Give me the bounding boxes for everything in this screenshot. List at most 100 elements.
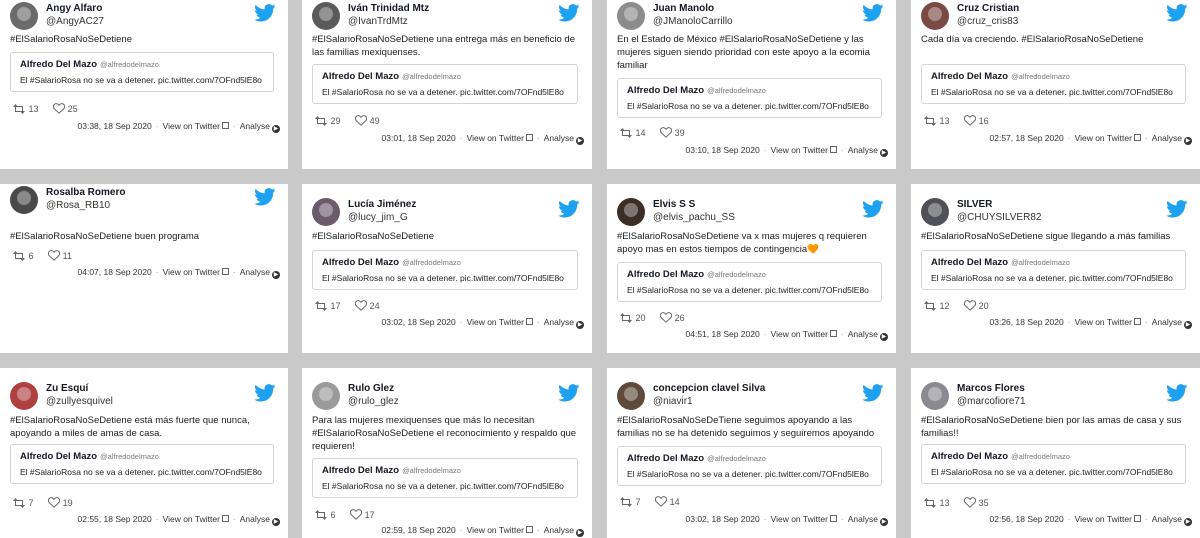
tweet-card[interactable]: Cruz Cristian @cruz_cris83 Cada día va c… bbox=[911, 0, 1200, 169]
like-button[interactable]: 35 bbox=[963, 497, 989, 508]
analyse-link[interactable]: Analyse ▶ bbox=[544, 133, 584, 145]
quoted-tweet[interactable]: Alfredo Del Mazo @alfredodelmazo El #Sala… bbox=[312, 64, 578, 104]
timestamp-link[interactable]: 04:51, 18 Sep 2020 bbox=[686, 329, 760, 339]
timestamp-link[interactable]: 04:07, 18 Sep 2020 bbox=[78, 267, 152, 277]
timestamp-link[interactable]: 02:55, 18 Sep 2020 bbox=[78, 514, 152, 524]
analyse-link[interactable]: Analyse ▶ bbox=[848, 329, 888, 341]
twitter-bird-icon[interactable] bbox=[254, 384, 276, 402]
analyse-link[interactable]: Analyse ▶ bbox=[848, 514, 888, 526]
like-button[interactable]: 11 bbox=[47, 250, 72, 261]
user-handle[interactable]: @niavir1 bbox=[653, 396, 693, 407]
view-on-twitter-link[interactable]: View on Twitter bbox=[1075, 514, 1141, 524]
tweet-card[interactable]: SILVER @CHUYSILVER82 #ElSalarioRosaNoSeD… bbox=[911, 184, 1200, 353]
user-name[interactable]: Iván Trinidad Mtz bbox=[348, 3, 429, 14]
tweet-card[interactable]: Rulo Glez @rulo_glez Para las mujeres me… bbox=[302, 368, 592, 538]
retweet-button[interactable]: 13 bbox=[923, 498, 950, 508]
like-button[interactable]: 25 bbox=[52, 103, 78, 114]
timestamp-link[interactable]: 02:56, 18 Sep 2020 bbox=[990, 514, 1064, 524]
view-on-twitter-link[interactable]: View on Twitter bbox=[163, 267, 229, 277]
tweet-card[interactable]: Juan Manolo @JManoloCarrillo En el Estad… bbox=[607, 0, 896, 169]
twitter-bird-icon[interactable] bbox=[1166, 384, 1188, 402]
user-name[interactable]: Zu Esquí bbox=[46, 383, 88, 394]
twitter-bird-icon[interactable] bbox=[558, 200, 580, 218]
quoted-tweet[interactable]: Alfredo Del Mazo @alfredodelmazo El #Sala… bbox=[312, 458, 578, 498]
user-name[interactable]: Lucía Jiménez bbox=[348, 199, 416, 210]
quoted-tweet[interactable]: Alfredo Del Mazo @alfredodelmazo El #Sala… bbox=[921, 250, 1186, 290]
analyse-link[interactable]: Analyse ▶ bbox=[848, 145, 888, 157]
view-on-twitter-link[interactable]: View on Twitter bbox=[771, 329, 837, 339]
user-name[interactable]: Elvis S S bbox=[653, 199, 695, 210]
twitter-bird-icon[interactable] bbox=[1166, 200, 1188, 218]
view-on-twitter-link[interactable]: View on Twitter bbox=[467, 525, 533, 535]
analyse-link[interactable]: Analyse ▶ bbox=[1152, 514, 1192, 526]
avatar[interactable] bbox=[10, 2, 38, 30]
tweet-card[interactable]: Zu Esquí @zullyesquivel #ElSalarioRosaNo… bbox=[0, 368, 288, 538]
user-name[interactable]: Rulo Glez bbox=[348, 383, 394, 394]
analyse-link[interactable]: Analyse ▶ bbox=[240, 267, 280, 279]
like-button[interactable]: 24 bbox=[354, 300, 380, 311]
like-button[interactable]: 14 bbox=[654, 496, 680, 507]
tweet-card[interactable]: Lucía Jiménez @lucy_jim_G #ElSalarioRosa… bbox=[302, 184, 592, 353]
like-button[interactable]: 26 bbox=[659, 312, 685, 323]
view-on-twitter-link[interactable]: View on Twitter bbox=[1075, 133, 1141, 143]
analyse-link[interactable]: Analyse ▶ bbox=[240, 514, 280, 526]
avatar[interactable] bbox=[921, 2, 949, 30]
timestamp-link[interactable]: 03:02, 18 Sep 2020 bbox=[382, 317, 456, 327]
retweet-button[interactable]: 29 bbox=[314, 116, 341, 126]
avatar[interactable] bbox=[10, 382, 38, 410]
like-button[interactable]: 49 bbox=[354, 115, 380, 126]
avatar[interactable] bbox=[921, 198, 949, 226]
view-on-twitter-link[interactable]: View on Twitter bbox=[771, 145, 837, 155]
timestamp-link[interactable]: 02:59, 18 Sep 2020 bbox=[382, 525, 456, 535]
tweet-card[interactable]: Marcos Flores @marcofiore71 #ElSalarioRo… bbox=[911, 368, 1200, 538]
timestamp-link[interactable]: 03:02, 18 Sep 2020 bbox=[686, 514, 760, 524]
avatar[interactable] bbox=[921, 382, 949, 410]
quoted-tweet[interactable]: Alfredo Del Mazo @alfredodelmazo El #Sala… bbox=[617, 262, 882, 302]
quoted-tweet[interactable]: Alfredo Del Mazo @alfredodelmazo El #Sala… bbox=[921, 444, 1186, 484]
retweet-button[interactable]: 6 bbox=[314, 510, 336, 520]
retweet-button[interactable]: 7 bbox=[12, 498, 34, 508]
timestamp-link[interactable]: 03:38, 18 Sep 2020 bbox=[78, 121, 152, 131]
retweet-button[interactable]: 13 bbox=[923, 116, 950, 126]
view-on-twitter-link[interactable]: View on Twitter bbox=[467, 317, 533, 327]
tweet-card[interactable]: Iván Trinidad Mtz @IvanTrdMtz #ElSalario… bbox=[302, 0, 592, 169]
quoted-tweet[interactable]: Alfredo Del Mazo @alfredodelmazo El #Sala… bbox=[312, 250, 578, 290]
twitter-bird-icon[interactable] bbox=[862, 200, 884, 218]
timestamp-link[interactable]: 03:26, 18 Sep 2020 bbox=[990, 317, 1064, 327]
view-on-twitter-link[interactable]: View on Twitter bbox=[163, 514, 229, 524]
quoted-tweet[interactable]: Alfredo Del Mazo @alfredodelmazo El #Sala… bbox=[617, 446, 882, 486]
like-button[interactable]: 19 bbox=[47, 497, 73, 508]
avatar[interactable] bbox=[617, 198, 645, 226]
view-on-twitter-link[interactable]: View on Twitter bbox=[163, 121, 229, 131]
quoted-tweet[interactable]: Alfredo Del Mazo @alfredodelmazo El #Sala… bbox=[617, 78, 882, 118]
analyse-link[interactable]: Analyse ▶ bbox=[1152, 317, 1192, 329]
user-handle[interactable]: @cruz_cris83 bbox=[957, 16, 1018, 27]
twitter-bird-icon[interactable] bbox=[558, 384, 580, 402]
timestamp-link[interactable]: 03:10, 18 Sep 2020 bbox=[686, 145, 760, 155]
twitter-bird-icon[interactable] bbox=[862, 384, 884, 402]
twitter-bird-icon[interactable] bbox=[558, 4, 580, 22]
tweet-card[interactable]: Rosalba Romero @Rosa_RB10 #ElSalarioRosa… bbox=[0, 184, 288, 353]
avatar[interactable] bbox=[312, 2, 340, 30]
user-handle[interactable]: @Rosa_RB10 bbox=[46, 200, 110, 211]
retweet-button[interactable]: 13 bbox=[12, 104, 39, 114]
tweet-card[interactable]: Elvis S S @elvis_pachu_SS #ElSalarioRosa… bbox=[607, 184, 896, 353]
user-handle[interactable]: @IvanTrdMtz bbox=[348, 16, 408, 27]
like-button[interactable]: 39 bbox=[659, 127, 685, 138]
twitter-bird-icon[interactable] bbox=[254, 188, 276, 206]
quoted-tweet[interactable]: Alfredo Del Mazo @alfredodelmazo El #Sala… bbox=[921, 64, 1186, 104]
retweet-button[interactable]: 20 bbox=[619, 313, 646, 323]
user-handle[interactable]: @marcofiore71 bbox=[957, 396, 1026, 407]
twitter-bird-icon[interactable] bbox=[254, 4, 276, 22]
user-name[interactable]: Cruz Cristian bbox=[957, 3, 1019, 14]
avatar[interactable] bbox=[617, 382, 645, 410]
user-handle[interactable]: @AngyAC27 bbox=[46, 16, 104, 27]
analyse-link[interactable]: Analyse ▶ bbox=[240, 121, 280, 133]
user-handle[interactable]: @zullyesquivel bbox=[46, 396, 113, 407]
user-handle[interactable]: @CHUYSILVER82 bbox=[957, 212, 1041, 223]
retweet-button[interactable]: 14 bbox=[619, 128, 646, 138]
avatar[interactable] bbox=[312, 198, 340, 226]
like-button[interactable]: 20 bbox=[963, 300, 989, 311]
timestamp-link[interactable]: 02:57, 18 Sep 2020 bbox=[990, 133, 1064, 143]
view-on-twitter-link[interactable]: View on Twitter bbox=[771, 514, 837, 524]
